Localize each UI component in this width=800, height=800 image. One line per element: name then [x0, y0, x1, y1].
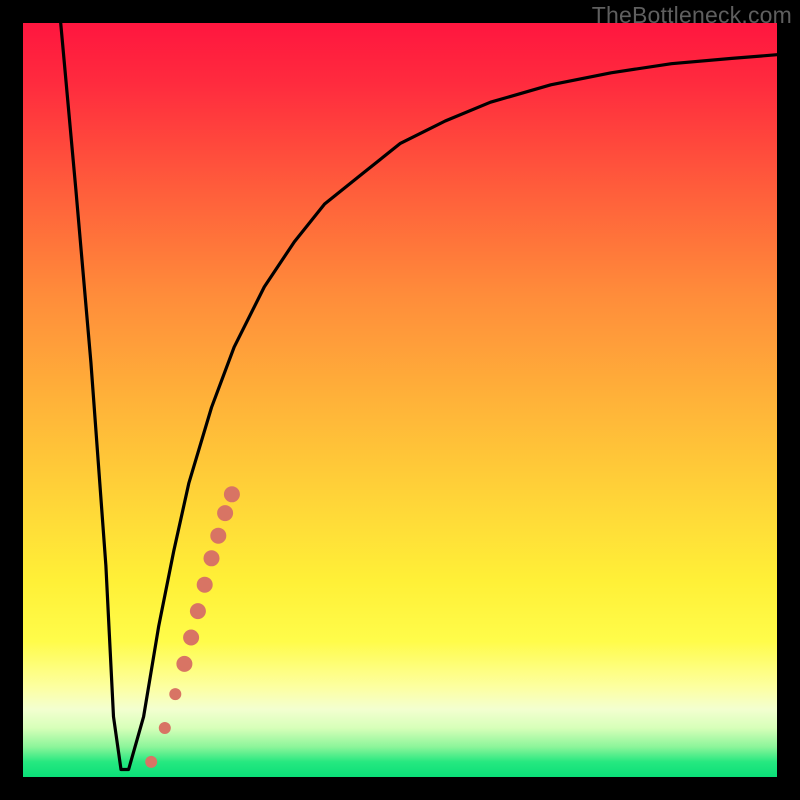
- chart-frame: TheBottleneck.com: [0, 0, 800, 800]
- curve-marker: [190, 603, 206, 619]
- curve-marker: [197, 577, 213, 593]
- curve-marker: [204, 550, 220, 566]
- watermark-text: TheBottleneck.com: [592, 2, 792, 29]
- curve-marker: [169, 688, 181, 700]
- curve-marker: [217, 505, 233, 521]
- plot-area: [23, 23, 777, 777]
- curve-layer: [23, 23, 777, 777]
- bottleneck-curve: [61, 23, 777, 770]
- curve-marker: [145, 756, 157, 768]
- curve-marker: [210, 528, 226, 544]
- curve-marker: [176, 656, 192, 672]
- curve-marker: [224, 486, 240, 502]
- curve-marker: [183, 630, 199, 646]
- curve-marker: [159, 722, 171, 734]
